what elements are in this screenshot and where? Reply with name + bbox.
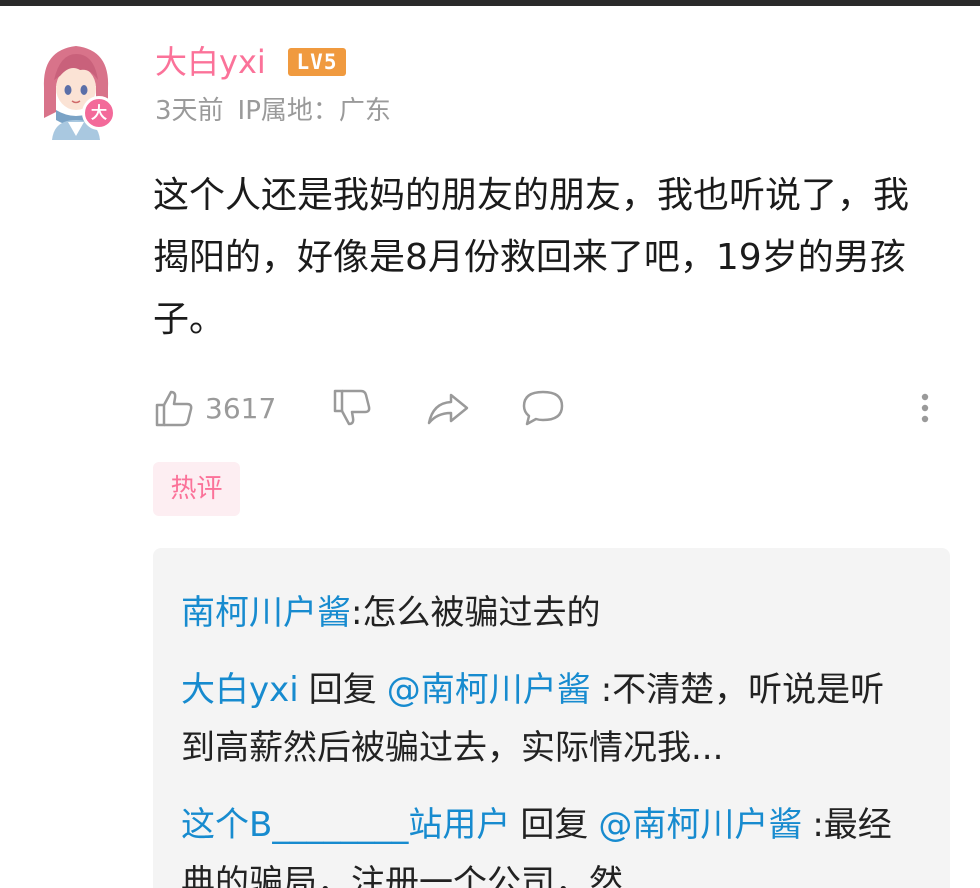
comment-text: 这个人还是我妈的朋友的朋友，我也听说了，我揭阳的，好像是8月份救回来了吧，19岁… bbox=[153, 175, 910, 340]
comment-username[interactable]: 大白yxi bbox=[155, 38, 266, 86]
level-badge: LV5 bbox=[288, 48, 346, 76]
replies-box[interactable]: 南柯川户酱:怎么被骗过去的 大白yxi 回复 @南柯川户酱:不清楚，听说是听到高薪然… bbox=[153, 548, 950, 888]
reply-item[interactable]: 大白yxi 回复 @南柯川户酱:不清楚，听说是听到高薪然后被骗过去，实际情况我... bbox=[181, 661, 901, 777]
reply-item[interactable]: 这个B________站用户 回复 @南柯川户酱:最经典的骗局，注册一个公司，然 bbox=[181, 796, 901, 888]
more-button[interactable] bbox=[915, 380, 935, 436]
reply-username[interactable]: 这个B________站用户 bbox=[181, 805, 510, 845]
action-bar: 3617 bbox=[153, 380, 953, 436]
thumbs-down-icon bbox=[333, 389, 371, 426]
share-icon bbox=[427, 393, 469, 425]
hot-comment-tag: 热评 bbox=[153, 462, 240, 516]
like-button[interactable]: 3617 bbox=[153, 380, 276, 436]
comment-page: 大 大白yxi LV5 3天前 IP属地：广东 这个人还是我妈的朋友的朋友，我也听… bbox=[0, 0, 980, 888]
reply-word: 回复 bbox=[308, 670, 377, 710]
time-ago: 3天前 bbox=[155, 96, 224, 126]
avatar-badge: 大 bbox=[82, 96, 116, 130]
thumbs-up-icon bbox=[155, 390, 193, 427]
mention-link[interactable]: @南柯川户酱 bbox=[387, 670, 591, 710]
more-vertical-icon bbox=[921, 393, 929, 423]
reply-button[interactable] bbox=[520, 380, 566, 436]
comment-meta: 3天前 IP属地：广东 bbox=[155, 92, 405, 130]
reply-username[interactable]: 大白yxi bbox=[181, 670, 299, 710]
reply-word: 回复 bbox=[520, 805, 589, 845]
reply-item[interactable]: 南柯川户酱:怎么被骗过去的 bbox=[181, 584, 901, 642]
avatar[interactable]: 大 bbox=[34, 40, 118, 140]
mention-link[interactable]: @南柯川户酱 bbox=[598, 805, 802, 845]
ip-location: IP属地：广东 bbox=[237, 96, 391, 126]
top-divider bbox=[0, 0, 980, 6]
reply-text: :怎么被骗过去的 bbox=[351, 593, 601, 633]
reply-icon bbox=[522, 390, 564, 426]
like-count: 3617 bbox=[205, 391, 277, 425]
dislike-button[interactable] bbox=[331, 380, 373, 436]
share-button[interactable] bbox=[425, 380, 471, 436]
reply-username[interactable]: 南柯川户酱 bbox=[181, 593, 351, 633]
